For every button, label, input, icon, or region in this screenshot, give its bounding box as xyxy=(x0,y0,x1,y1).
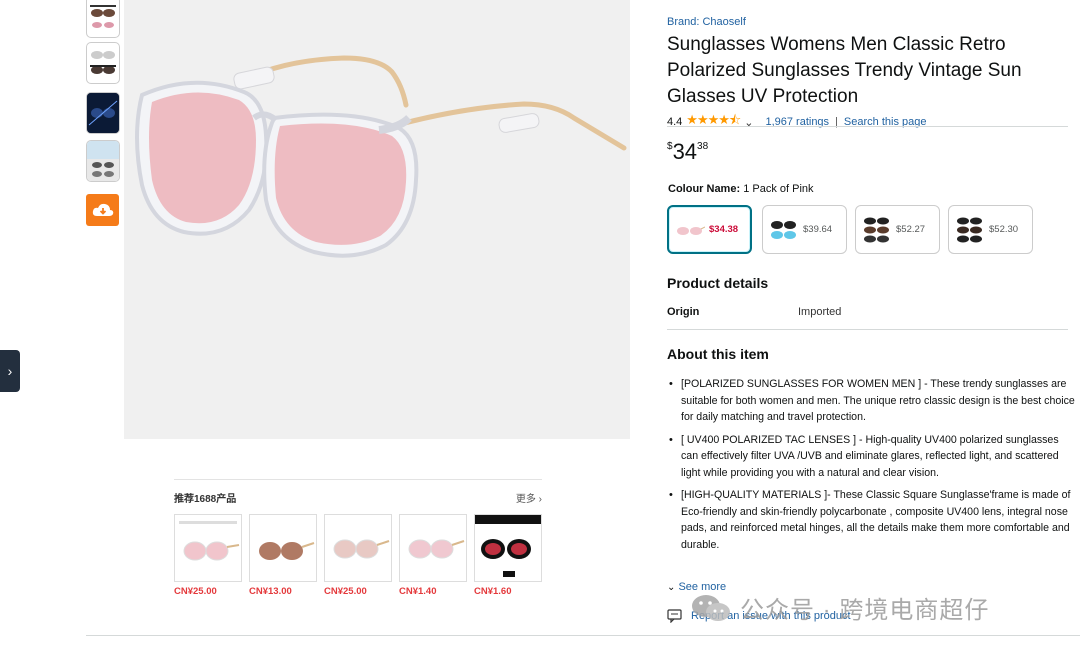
recommend-item-price: CN¥25.00 xyxy=(174,586,217,597)
sunglasses-thumb-icon xyxy=(87,141,119,181)
colour-swatch-pink[interactable]: $34.38 xyxy=(667,205,752,254)
product-details-title: Product details xyxy=(667,275,769,291)
divider xyxy=(667,126,1068,127)
swatch-price: $34.38 xyxy=(709,224,739,235)
recommend-item-image xyxy=(249,514,317,582)
chevron-down-icon: ⌄ xyxy=(667,582,676,593)
price-whole: 34 xyxy=(672,139,698,164)
divider xyxy=(86,635,1080,636)
origin-label: Origin xyxy=(667,306,700,318)
swatch-price: $39.64 xyxy=(803,224,833,235)
colour-label-value: 1 Pack of Pink xyxy=(743,183,814,195)
recommend-more-link[interactable]: 更多 › xyxy=(516,490,542,505)
side-panel-toggle[interactable]: › xyxy=(0,350,20,392)
recommend-item-price: CN¥1.40 xyxy=(399,586,437,597)
recommend-item[interactable]: CN¥1.60 xyxy=(474,514,542,597)
recommend-title: 推荐1688产品 xyxy=(174,494,237,505)
divider xyxy=(174,479,542,480)
sunglasses-swatch-icon xyxy=(864,217,889,242)
colour-label: Colour Name: 1 Pack of Pink xyxy=(668,183,814,195)
colour-swatch-4[interactable]: $52.30 xyxy=(948,205,1033,254)
recommend-item-image xyxy=(399,514,467,582)
rating-row: 4.4 ★★★★⯪ ⌄ 1,967 ratings | Search this … xyxy=(667,111,926,133)
colour-swatch-2[interactable]: $39.64 xyxy=(762,205,847,254)
cloud-download-button[interactable] xyxy=(86,194,119,226)
about-bullet: [ UV400 POLARIZED TAC LENSES ] - High-qu… xyxy=(669,432,1077,482)
sunglasses-swatch-icon xyxy=(957,217,982,242)
recommend-item-price: CN¥13.00 xyxy=(249,586,292,597)
recommend-item[interactable]: CN¥1.40 xyxy=(399,514,467,597)
thumbnail-4[interactable] xyxy=(86,140,120,182)
feedback-icon xyxy=(667,609,682,623)
recommend-item[interactable]: CN¥25.00 xyxy=(324,514,392,597)
watermark: 公众号 · 跨境电商超仔 xyxy=(690,590,989,625)
watermark-text: 公众号 · 跨境电商超仔 xyxy=(740,597,990,624)
recommend-item[interactable]: CN¥25.00 xyxy=(174,514,242,597)
sunglasses-swatch-icon xyxy=(677,226,705,235)
about-bullet-list: [POLARIZED SUNGLASSES FOR WOMEN MEN ] - … xyxy=(667,376,1077,559)
colour-label-key: Colour Name: xyxy=(668,183,741,195)
price-symbol: $ xyxy=(667,141,673,152)
recommend-item-price: CN¥25.00 xyxy=(324,586,367,597)
recommend-item-price: CN¥1.60 xyxy=(474,586,512,597)
thumbnail-2[interactable] xyxy=(86,42,120,84)
divider xyxy=(667,329,1068,330)
sunglasses-swatch-icon xyxy=(771,220,796,239)
recommend-item-image xyxy=(474,514,542,582)
sunglasses-image xyxy=(135,55,627,258)
sunglasses-thumb-icon xyxy=(90,51,116,74)
price-fraction: 38 xyxy=(697,141,709,152)
thumbnail-3[interactable] xyxy=(86,92,120,134)
colour-swatch-3[interactable]: $52.27 xyxy=(855,205,940,254)
thumbnail-1[interactable] xyxy=(86,0,120,38)
brand-link[interactable]: Brand: Chaoself xyxy=(667,16,746,28)
wechat-icon xyxy=(692,594,730,621)
origin-value: Imported xyxy=(798,306,842,318)
cloud-download-icon xyxy=(92,203,113,216)
about-bullet: [HIGH-QUALITY MATERIALS ]- These Classic… xyxy=(669,487,1077,553)
sunglasses-thumb-icon xyxy=(87,93,119,133)
sunglasses-thumb-icon xyxy=(90,5,116,28)
recommend-item-image xyxy=(324,514,392,582)
product-title: Sunglasses Womens Men Classic Retro Pola… xyxy=(667,34,1022,107)
swatch-price: $52.30 xyxy=(989,224,1019,235)
about-bullet: [POLARIZED SUNGLASSES FOR WOMEN MEN ] - … xyxy=(669,376,1077,426)
main-product-image[interactable] xyxy=(124,0,630,439)
swatch-price: $52.27 xyxy=(896,224,926,235)
about-item-title: About this item xyxy=(667,346,769,362)
chevron-right-icon: › xyxy=(7,363,13,379)
star-rating-icon[interactable]: ★★★★⯪ xyxy=(686,111,741,133)
recommend-item-image xyxy=(174,514,242,582)
product-price: $3438 xyxy=(667,139,708,165)
recommend-item[interactable]: CN¥13.00 xyxy=(249,514,317,597)
